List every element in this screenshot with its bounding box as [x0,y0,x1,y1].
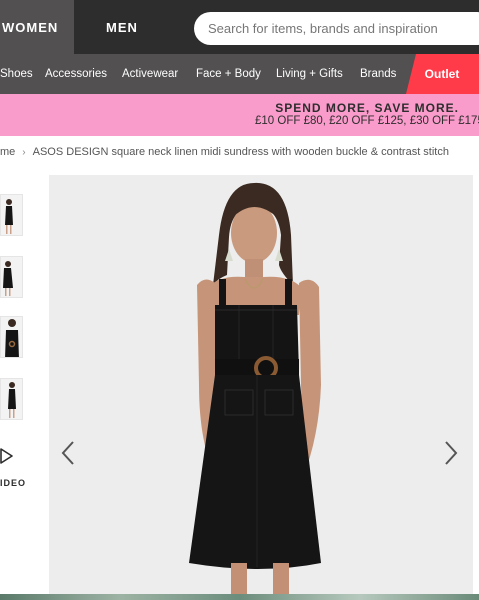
next-image-button[interactable] [441,438,461,468]
previous-image-button[interactable] [58,438,78,468]
play-icon[interactable] [0,448,14,464]
outlet-label: Outlet [424,67,460,81]
category-activewear[interactable]: Activewear [122,54,178,94]
category-face-body[interactable]: Face + Body [196,54,261,94]
promo-banner[interactable]: SPEND MORE, SAVE MORE. £10 OFF £80, £20 … [0,94,479,136]
breadcrumb-separator: › [22,146,26,158]
breadcrumb: me › ASOS DESIGN square neck linen midi … [0,146,449,158]
chevron-right-icon [445,441,458,465]
decorative-strip [0,594,479,600]
chevron-left-icon [61,441,74,465]
category-living-gifts[interactable]: Living + Gifts [276,54,343,94]
top-nav-bar: WOMEN MEN [0,0,479,54]
breadcrumb-product: ASOS DESIGN square neck linen midi sundr… [32,146,449,158]
tab-men-label: MEN [106,19,138,35]
video-label[interactable]: IDEO [0,478,26,488]
category-brands[interactable]: Brands [360,54,396,94]
search-box[interactable] [194,12,479,45]
category-shoes[interactable]: Shoes [0,54,33,94]
gallery-thumbnail[interactable] [0,316,23,358]
tab-women-label: WOMEN [2,19,59,35]
tab-women[interactable]: WOMEN [0,0,74,54]
gallery-thumbnail[interactable] [0,378,23,420]
tab-men[interactable]: MEN [74,0,170,54]
outlet-button[interactable]: Outlet [406,54,479,94]
gallery-thumbnail[interactable] [0,194,23,236]
promo-subtitle: £10 OFF £80, £20 OFF £125, £30 OFF £175 [255,115,479,127]
gallery-thumbnail[interactable] [0,256,23,298]
breadcrumb-home[interactable]: me [0,146,15,158]
category-bar: Shoes Accessories Activewear Face + Body… [0,54,479,94]
category-accessories[interactable]: Accessories [45,54,107,94]
search-input[interactable] [208,21,478,36]
promo-title: SPEND MORE, SAVE MORE. [275,101,459,115]
model-illustration [49,175,473,600]
product-main-image[interactable] [49,175,473,600]
